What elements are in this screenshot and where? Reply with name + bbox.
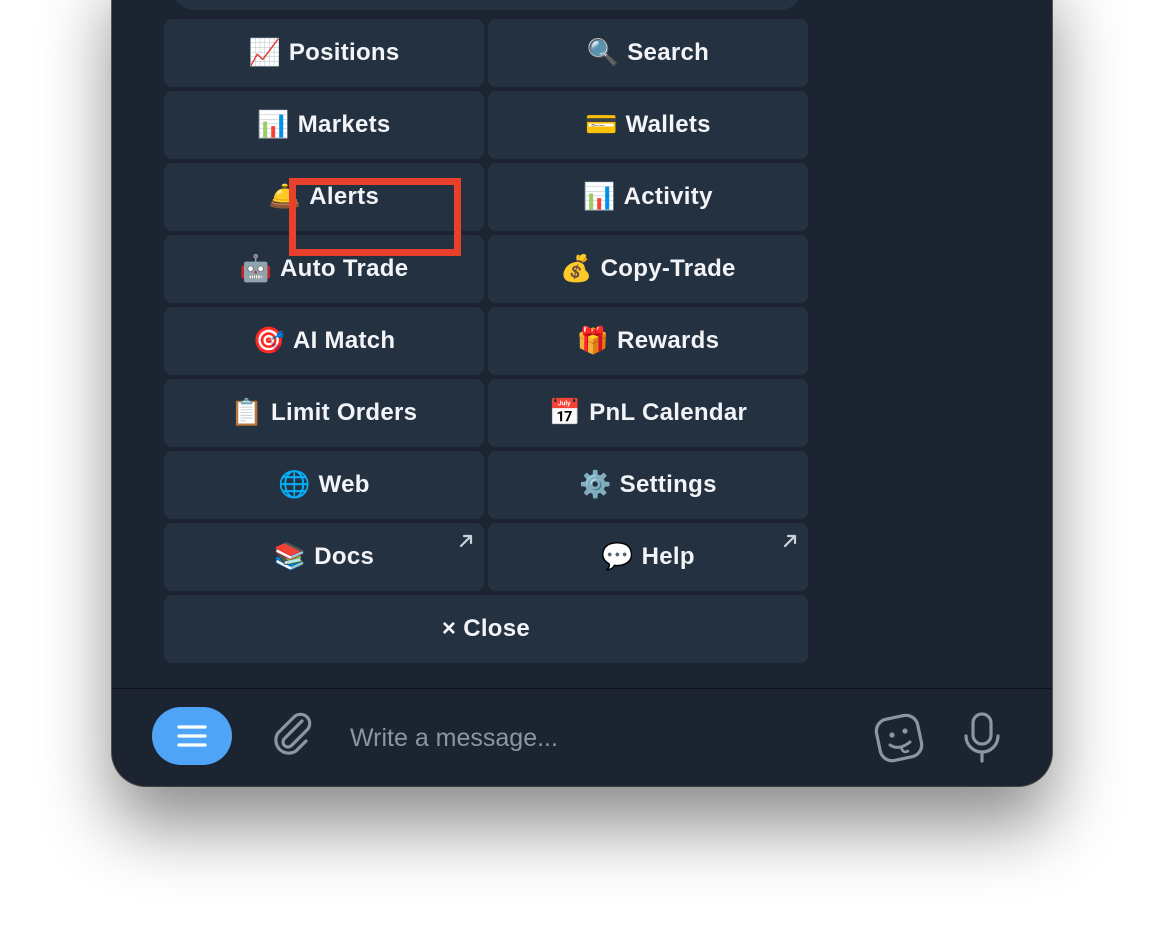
globe-icon: 🌐	[278, 470, 311, 500]
books-icon: 📚	[273, 542, 307, 572]
button-label: Wallets	[625, 111, 711, 138]
keyboard-button-settings[interactable]: ⚙️ Settings	[488, 451, 808, 519]
button-label: Positions	[288, 39, 400, 66]
keyboard-button-ai-match[interactable]: 🎯 AI Match	[164, 307, 484, 375]
microphone-icon[interactable]	[958, 709, 1006, 765]
keyboard-button-wallets[interactable]: 💳 Wallets	[488, 91, 808, 159]
keyboard-button-pnl-calendar[interactable]: 📅 PnL Calendar	[488, 379, 808, 447]
keyboard-button-limit-orders[interactable]: 📋 Limit Orders	[164, 379, 484, 447]
gear-icon: ⚙️	[579, 470, 612, 500]
chat-window: 📈 Positions 🔍 Search 📊 Markets 💳 Wallets…	[112, 0, 1052, 786]
keyboard-button-search[interactable]: 🔍 Search	[488, 19, 808, 87]
keyboard-grid: 📈 Positions 🔍 Search 📊 Markets 💳 Wallets…	[164, 19, 808, 591]
calendar-icon: 📅	[548, 398, 582, 428]
button-label: Settings	[619, 471, 717, 498]
external-link-icon	[783, 534, 797, 548]
speech-bubble-icon: 💬	[601, 542, 634, 572]
button-label: Auto Trade	[280, 255, 409, 282]
button-label: Docs	[314, 543, 375, 570]
sticker-icon[interactable]	[872, 709, 928, 765]
button-label: Web	[318, 471, 370, 498]
bell-icon: 🛎️	[268, 182, 302, 212]
button-label: Rewards	[617, 327, 720, 354]
message-input[interactable]	[348, 715, 852, 761]
bot-keyboard: 📈 Positions 🔍 Search 📊 Markets 💳 Wallets…	[164, 19, 808, 663]
button-label: AI Match	[292, 327, 396, 354]
button-label: Limit Orders	[271, 399, 418, 426]
button-label: × Close	[441, 615, 531, 642]
button-label: PnL Calendar	[589, 399, 748, 426]
keyboard-button-alerts[interactable]: 🛎️ Alerts	[164, 163, 484, 231]
button-label: Search	[627, 39, 710, 66]
button-label: Copy-Trade	[600, 255, 736, 282]
keyboard-button-docs[interactable]: 📚 Docs	[164, 523, 484, 591]
bot-menu-button[interactable]	[152, 707, 232, 765]
button-label: Help	[641, 543, 695, 570]
button-label: Alerts	[309, 183, 380, 210]
paperclip-icon[interactable]	[268, 711, 318, 761]
gift-icon: 🎁	[576, 326, 610, 356]
bar-chart-icon: 📊	[257, 110, 290, 140]
button-label: Markets	[297, 111, 391, 138]
keyboard-button-copy-trade[interactable]: 💰 Copy-Trade	[488, 235, 808, 303]
keyboard-button-activity[interactable]: 📊 Activity	[488, 163, 808, 231]
money-bag-icon: 💰	[560, 254, 593, 284]
keyboard-button-help[interactable]: 💬 Help	[488, 523, 808, 591]
magnifier-icon: 🔍	[586, 38, 620, 68]
keyboard-button-rewards[interactable]: 🎁 Rewards	[488, 307, 808, 375]
external-link-icon	[459, 534, 473, 548]
keyboard-button-close[interactable]: × Close	[164, 595, 808, 663]
menu-icon	[177, 725, 207, 747]
robot-icon: 🤖	[239, 254, 273, 284]
target-icon: 🎯	[252, 326, 285, 356]
keyboard-button-markets[interactable]: 📊 Markets	[164, 91, 484, 159]
button-label: Activity	[623, 183, 713, 210]
keyboard-button-auto-trade[interactable]: 🤖 Auto Trade	[164, 235, 484, 303]
keyboard-button-web[interactable]: 🌐 Web	[164, 451, 484, 519]
credit-card-icon: 💳	[585, 110, 618, 140]
message-bubble-edge	[172, 0, 802, 10]
message-composer	[112, 689, 1052, 786]
bar-chart-icon: 📊	[583, 182, 616, 212]
keyboard-button-positions[interactable]: 📈 Positions	[164, 19, 484, 87]
clipboard-icon: 📋	[230, 398, 264, 428]
chart-up-icon: 📈	[248, 38, 281, 68]
